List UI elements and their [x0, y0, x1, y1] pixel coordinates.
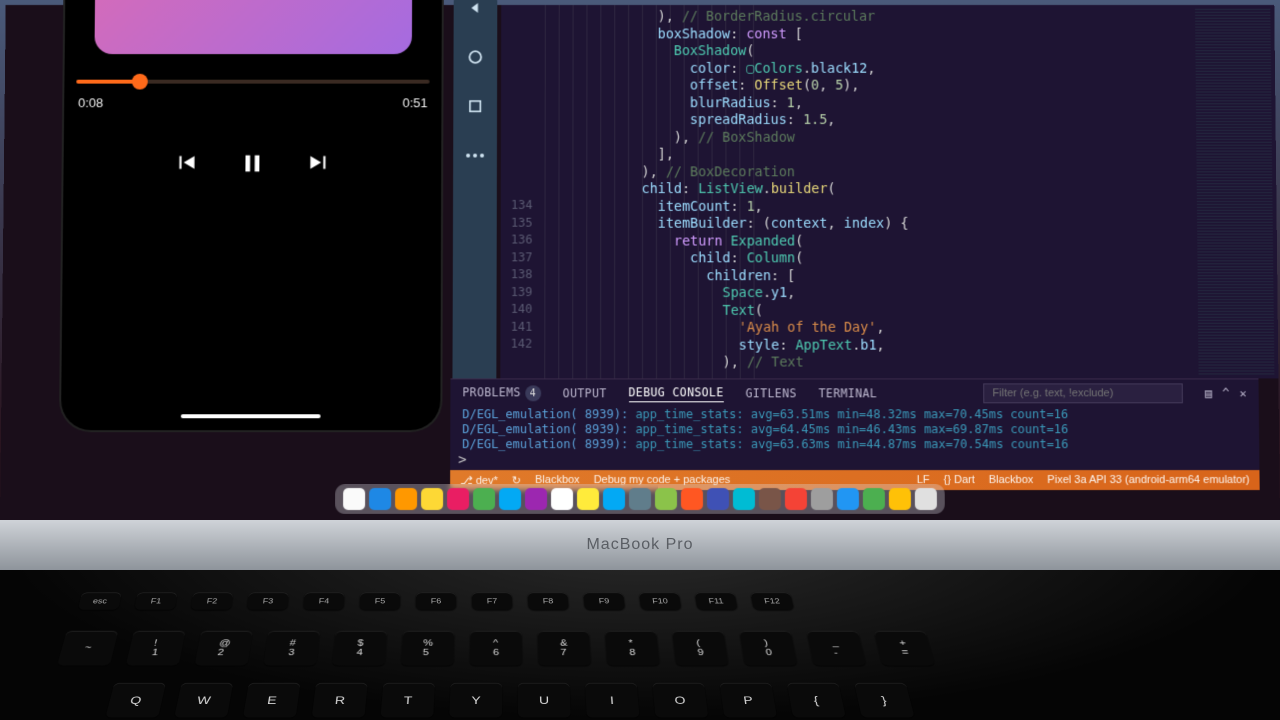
home-icon[interactable]	[464, 46, 486, 68]
panel-close-icon[interactable]: ✕	[1239, 386, 1246, 400]
dock-app[interactable]	[473, 488, 495, 510]
keyboard-key: O	[652, 683, 708, 718]
now-playing-card: Total Aya : 7	[94, 0, 412, 54]
dock-app[interactable]	[447, 488, 469, 510]
bottom-panel: PROBLEMS4 OUTPUT DEBUG CONSOLE GITLENS T…	[450, 378, 1259, 470]
dock-app[interactable]	[525, 488, 547, 510]
status-device[interactable]: Pixel 3a API 33 (android-arm64 emulator)	[1047, 474, 1249, 486]
keyboard-key: E	[243, 683, 300, 718]
dock-app[interactable]	[811, 488, 833, 510]
minimap[interactable]	[1195, 9, 1274, 375]
time-total: 0:51	[402, 95, 427, 110]
keyboard-key: F4	[303, 592, 344, 609]
keyboard-key: {	[787, 683, 846, 718]
dock-app[interactable]	[499, 488, 521, 510]
keyboard-key: F9	[583, 592, 625, 609]
dock-app[interactable]	[915, 488, 937, 510]
tab-debug-console[interactable]: DEBUG CONSOLE	[629, 385, 724, 402]
dock-app[interactable]	[863, 488, 885, 510]
keyboard-key: Y	[449, 683, 502, 718]
keyboard-key: + =	[874, 631, 935, 666]
keyboard-key: T	[381, 683, 435, 718]
line-gutter: 134135136137138139140141142	[500, 197, 538, 353]
keyboard-key: esc	[78, 592, 122, 609]
dock-app[interactable]	[889, 488, 911, 510]
keyboard-key: }	[854, 683, 914, 718]
keyboard-key: F1	[134, 592, 177, 609]
keyboard-key: F7	[472, 592, 513, 609]
keyboard-key: F5	[360, 592, 401, 609]
keyboard-key: P	[720, 683, 777, 718]
keyboard-key: ( 9	[672, 631, 729, 666]
problems-badge: 4	[525, 386, 541, 402]
panel-settings-icon[interactable]: ▤	[1205, 386, 1212, 400]
dock-app[interactable]	[655, 488, 677, 510]
keyboard-key: F6	[416, 592, 456, 609]
tab-gitlens[interactable]: GITLENS	[746, 386, 797, 400]
keyboard-key: I	[585, 683, 639, 718]
dock-app[interactable]	[733, 488, 755, 510]
laptop-chin: MacBook Pro	[0, 520, 1280, 570]
next-track-button[interactable]	[306, 150, 332, 182]
panel-maximize-icon[interactable]: ^	[1222, 386, 1229, 400]
keyboard-key: ^ 6	[470, 631, 523, 666]
keyboard-key: * 8	[605, 631, 660, 666]
keyboard-key: % 5	[401, 631, 455, 666]
tab-problems[interactable]: PROBLEMS4	[462, 385, 540, 401]
keyboard-key: ! 1	[126, 631, 186, 666]
dock-app[interactable]	[603, 488, 625, 510]
dock-app[interactable]	[421, 488, 443, 510]
keyboard-key: ~	[57, 631, 118, 666]
status-language[interactable]: {} Dart	[944, 474, 975, 486]
tab-terminal[interactable]: TERMINAL	[819, 386, 878, 400]
dock-app[interactable]	[395, 488, 417, 510]
keyboard-key: F12	[750, 592, 794, 609]
macos-dock[interactable]	[335, 484, 945, 514]
previous-track-button[interactable]	[173, 150, 199, 182]
keyboard-key: ) 0	[739, 631, 797, 666]
keyboard-key: $ 4	[332, 631, 387, 666]
back-icon[interactable]	[465, 0, 487, 19]
keyboard-key: W	[174, 683, 233, 718]
keyboard-key: F10	[639, 592, 682, 609]
dock-app[interactable]	[837, 488, 859, 510]
debug-console-output[interactable]: D/EGL_emulation( 8939): app_time_stats: …	[450, 405, 1259, 454]
keyboard-key: R	[312, 683, 368, 718]
laptop-keyboard: esc F1 F2 F3 F4 F5 F6 F7 F8 F9 F10 F11 F12 ~! 1 @ 2 # …	[0, 570, 1280, 720]
code-editor[interactable]: 134135136137138139140141142 ), // Border…	[500, 5, 1278, 378]
seek-slider[interactable]	[76, 74, 429, 90]
pause-button[interactable]	[238, 150, 266, 182]
keyboard-key: # 3	[263, 631, 320, 666]
dock-app[interactable]	[681, 488, 703, 510]
keyboard-key: @ 2	[195, 631, 253, 666]
dock-app[interactable]	[629, 488, 651, 510]
tab-output[interactable]: OUTPUT	[563, 386, 607, 400]
keyboard-key: U	[518, 683, 571, 718]
dock-app[interactable]	[369, 488, 391, 510]
dock-app[interactable]	[577, 488, 599, 510]
keyboard-key: F11	[695, 592, 738, 609]
dock-app[interactable]	[551, 488, 573, 510]
dock-app[interactable]	[759, 488, 781, 510]
console-prompt[interactable]: >	[458, 452, 466, 468]
keyboard-key: Q	[105, 683, 165, 718]
phone-emulator: Total Aya : 7 0:08 0:51	[61, 0, 442, 430]
keyboard-key: _ -	[806, 631, 866, 666]
laptop-model-label: MacBook Pro	[586, 536, 693, 554]
keyboard-key: F8	[527, 592, 568, 609]
dock-app[interactable]	[707, 488, 729, 510]
console-filter-input[interactable]	[983, 383, 1183, 403]
more-icon[interactable]	[464, 145, 486, 167]
home-indicator[interactable]	[181, 414, 321, 418]
keyboard-key: F3	[247, 592, 289, 609]
keyboard-key: & 7	[538, 631, 592, 666]
time-current: 0:08	[78, 95, 103, 110]
dock-app[interactable]	[785, 488, 807, 510]
overview-icon[interactable]	[464, 95, 486, 117]
keyboard-key: F2	[191, 592, 234, 609]
dock-app[interactable]	[343, 488, 365, 510]
status-blackbox-2[interactable]: Blackbox	[989, 474, 1034, 486]
